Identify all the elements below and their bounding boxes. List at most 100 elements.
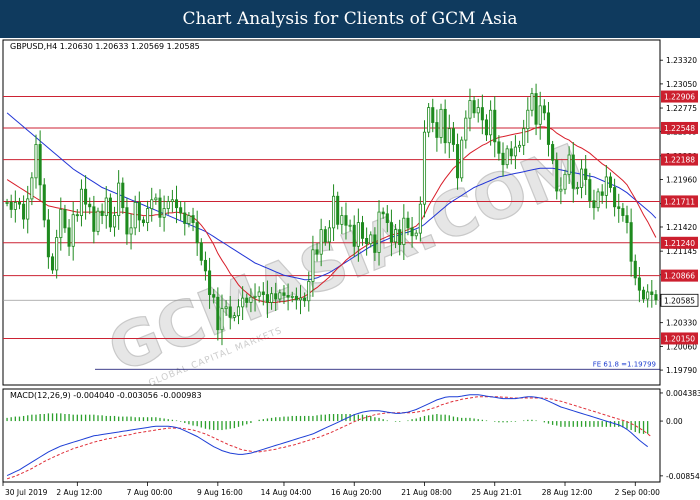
- candle-body-122: [509, 148, 513, 157]
- candle-body-83: [348, 224, 352, 227]
- candle-body-105: [439, 108, 443, 138]
- candle-body-126: [526, 109, 530, 130]
- candle-body-153: [637, 277, 641, 291]
- candle-body-10: [46, 219, 50, 258]
- candle-body-38: [162, 208, 166, 218]
- candle-body-117: [489, 109, 493, 136]
- candle-body-59: [249, 296, 253, 303]
- candle-body-85: [356, 222, 360, 247]
- candle-body-89: [373, 234, 377, 253]
- price-tick-label-2: 1.22775: [666, 104, 697, 113]
- candle-body-15: [67, 227, 71, 247]
- time-axis: 30 Jul 2019 2 Aug 12:00 7 Aug 00:00 9 Aug 1…: [2, 482, 661, 497]
- candle-body-5: [26, 198, 30, 220]
- candle-body-60: [253, 295, 257, 298]
- level-label-1: 1.22548: [664, 124, 695, 133]
- candle-body-91: [381, 211, 385, 215]
- candle-body-157: [654, 294, 658, 301]
- candle-body-14: [63, 209, 67, 229]
- candle-body-102: [427, 107, 431, 133]
- candle-body-76: [319, 229, 323, 255]
- candle-body-148: [617, 206, 621, 209]
- candle-body-138: [575, 187, 579, 189]
- candle-body-134: [559, 188, 563, 192]
- candle-body-106: [443, 108, 447, 144]
- time-tick-label-5: 16 Aug 20:00: [331, 488, 382, 497]
- macd-tick-label-1: 0.00: [666, 417, 683, 426]
- candle-body-54: [228, 306, 232, 318]
- time-tick-label-6: 21 Aug 08:00: [401, 488, 452, 497]
- candle-body-24: [104, 197, 108, 216]
- candle-body-34: [146, 208, 150, 223]
- candle-body-21: [92, 206, 96, 232]
- time-tick-label-9: 2 Sep 00:00: [615, 488, 661, 497]
- candle-body-79: [332, 195, 336, 229]
- candle-body-144: [600, 191, 604, 196]
- candle-body-4: [22, 203, 26, 220]
- candle-body-112: [468, 100, 472, 119]
- candle-body-87: [365, 237, 369, 245]
- candle-body-120: [501, 152, 505, 166]
- candle-body-111: [464, 117, 468, 141]
- candle-body-142: [592, 200, 596, 209]
- candle-body-39: [166, 201, 170, 209]
- candle-body-96: [402, 217, 406, 245]
- candle-body-149: [621, 208, 625, 216]
- candle-body-68: [286, 295, 290, 298]
- time-tick-label-4: 14 Aug 04:00: [261, 488, 312, 497]
- level-label-6: 1.20150: [664, 334, 695, 343]
- macd-axis: 0.004383 0.00 -0.008543: [660, 389, 700, 481]
- time-tick-label-1: 2 Aug 12:00: [56, 488, 102, 497]
- candle-body-103: [431, 107, 435, 123]
- candle-body-71: [298, 297, 303, 301]
- candle-body-128: [534, 93, 538, 125]
- price-tick-label-0: 1.23320: [666, 56, 697, 65]
- candle-body-33: [141, 219, 145, 223]
- candle-body-75: [315, 249, 319, 255]
- candle-body-2: [13, 202, 17, 210]
- candle-body-22: [96, 210, 100, 232]
- candle-body-130: [542, 105, 546, 114]
- candle-body-67: [282, 292, 286, 296]
- candle-body-145: [604, 176, 608, 196]
- candle-body-98: [410, 227, 414, 237]
- candle-body-72: [303, 297, 307, 302]
- candle-body-78: [327, 227, 331, 243]
- candle-body-136: [567, 154, 571, 175]
- candle-body-61: [257, 291, 261, 297]
- candle-body-97: [406, 217, 410, 229]
- macd-tick-label-0: 0.004383: [666, 389, 700, 398]
- time-tick-label-3: 9 Aug 16:00: [197, 488, 243, 497]
- candle-body-104: [435, 122, 439, 138]
- macd-title: MACD(12,26,9) -0.004040 -0.003056 -0.000…: [10, 391, 202, 400]
- candle-body-140: [584, 168, 588, 180]
- candle-body-29: [125, 207, 129, 235]
- candle-body-118: [493, 109, 497, 143]
- candle-body-36: [154, 197, 158, 201]
- candle-body-143: [596, 191, 600, 209]
- candle-body-94: [394, 229, 398, 243]
- candle-body-20: [88, 203, 92, 208]
- candle-body-109: [456, 144, 460, 179]
- level-label-3: 1.21711: [664, 197, 695, 206]
- candle-body-77: [323, 229, 327, 243]
- candle-body-127: [530, 93, 534, 111]
- level-label-4: 1.21240: [664, 239, 695, 248]
- candle-body-25: [108, 197, 112, 228]
- candle-body-30: [129, 227, 133, 235]
- candle-body-7: [34, 144, 38, 179]
- candle-body-42: [179, 207, 183, 214]
- candle-body-13: [59, 209, 63, 238]
- candle-body-8: [38, 144, 42, 186]
- candle-body-151: [629, 222, 633, 262]
- candle-body-55: [232, 315, 236, 318]
- time-tick-label-7: 25 Aug 21:01: [471, 488, 522, 497]
- candle-body-58: [245, 297, 249, 303]
- price-tick-label-13: 1.19790: [666, 366, 697, 375]
- symbol-info: GBPUSD,H4 1.20630 1.20633 1.20569 1.2058…: [10, 42, 200, 51]
- candle-body-137: [571, 154, 575, 189]
- time-tick-label-0: 30 Jul 2019: [5, 488, 48, 497]
- candle-body-84: [352, 224, 356, 247]
- price-tick-label-11: 1.20330: [666, 319, 697, 328]
- candle-body-63: [265, 294, 269, 303]
